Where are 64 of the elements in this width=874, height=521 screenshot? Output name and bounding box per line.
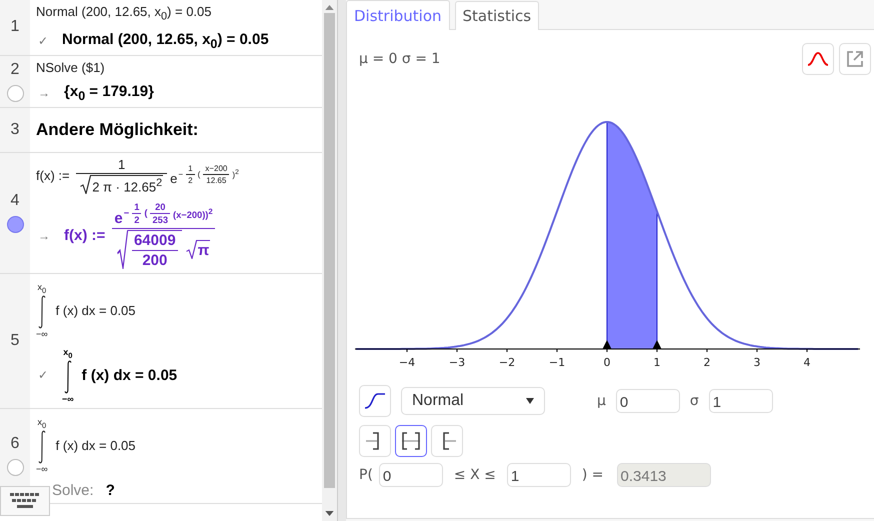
cas-input[interactable]: Normal (200, 12.65, x$_{0}$) = 0.05 xyxy=(36,4,212,19)
row-number: 5 xyxy=(10,332,20,350)
error-label: Solve: xyxy=(52,482,94,499)
overlay-curve-button[interactable] xyxy=(802,43,834,75)
axis-label: −3 xyxy=(448,356,466,369)
tab[interactable]: Statistics xyxy=(454,1,540,30)
cas-comment: Andere Möglichkeit: xyxy=(36,120,200,140)
axis-label: 0 xyxy=(604,356,610,369)
output-marker: → xyxy=(38,86,50,100)
axis-label: −4 xyxy=(398,356,416,369)
axis-label: 2 xyxy=(704,356,710,369)
visibility-toggle[interactable] xyxy=(6,216,24,234)
row-number: 3 xyxy=(10,120,20,139)
axis-label: −1 xyxy=(548,356,566,369)
export-button[interactable] xyxy=(839,43,871,75)
keyboard-button[interactable] xyxy=(0,486,50,516)
bound-handle[interactable] xyxy=(602,340,612,349)
two-sided-interval-button[interactable] xyxy=(395,425,427,457)
scrollbar[interactable] xyxy=(322,0,337,521)
cas-input[interactable]: x$_{0}$ −∞ f (x) dx = 0.05 xyxy=(36,416,136,474)
scroll-down-icon[interactable] xyxy=(325,511,334,516)
axis-label: 4 xyxy=(804,356,810,369)
cas-input[interactable]: NSolve ($1) xyxy=(36,60,105,75)
visibility-toggle[interactable] xyxy=(6,459,24,476)
bound-handle[interactable] xyxy=(652,340,662,349)
parameter-field[interactable]: 0 xyxy=(616,389,680,413)
equals-label: ) = xyxy=(582,467,604,483)
output-marker: → xyxy=(38,228,50,243)
cas-output: {x$_{0}$ = 179.19} xyxy=(64,82,154,103)
probability-label: P( xyxy=(359,467,373,483)
parameters-text: μ = 0 σ = 1 xyxy=(359,51,440,67)
caret-icon xyxy=(526,398,534,404)
result-field: 0.3413 xyxy=(616,463,711,487)
bracket-icon xyxy=(400,430,422,452)
axis-label: −2 xyxy=(498,356,516,369)
cas-output: x$_{0}$ −∞ f (x) dx = 0.05 xyxy=(62,346,178,404)
cumulative-button[interactable] xyxy=(359,385,391,417)
left-interval-button[interactable] xyxy=(359,425,391,457)
scroll-up-icon[interactable] xyxy=(325,5,334,10)
inequality-label: ≤ X ≤ xyxy=(454,467,496,483)
axis-label: 1 xyxy=(654,356,660,369)
row-number: 1 xyxy=(10,18,20,36)
row-number: 2 xyxy=(10,60,20,79)
lower-bound-field[interactable]: 0 xyxy=(378,463,443,487)
parameter-field[interactable]: 1 xyxy=(708,389,773,413)
export-icon xyxy=(846,50,864,68)
cas-input[interactable]: x$_{0}$ −∞ f (x) dx = 0.05 xyxy=(36,282,136,339)
distribution-dropdown[interactable]: Normal xyxy=(401,387,545,415)
row-number: 6 xyxy=(10,435,20,454)
output-marker: ✓ xyxy=(38,368,48,382)
output-marker: ✓ xyxy=(38,34,48,48)
upper-bound-field[interactable]: 1 xyxy=(506,463,571,487)
parameter-label: μ xyxy=(596,393,607,409)
bell-curve-icon xyxy=(807,51,829,67)
axis-label: 3 xyxy=(754,356,760,369)
parameter-label: σ xyxy=(688,393,700,409)
cas-output: Normal (200, 12.65, x$_{0}$) = 0.05 xyxy=(62,30,269,51)
visibility-toggle[interactable] xyxy=(6,84,24,102)
scrollbar-thumb[interactable] xyxy=(324,13,335,488)
right-interval-button[interactable] xyxy=(431,425,463,457)
tab[interactable]: Distribution xyxy=(346,0,450,30)
cas-output: ? xyxy=(106,482,115,499)
s-curve-icon xyxy=(364,392,386,410)
row-number: 4 xyxy=(10,192,20,210)
